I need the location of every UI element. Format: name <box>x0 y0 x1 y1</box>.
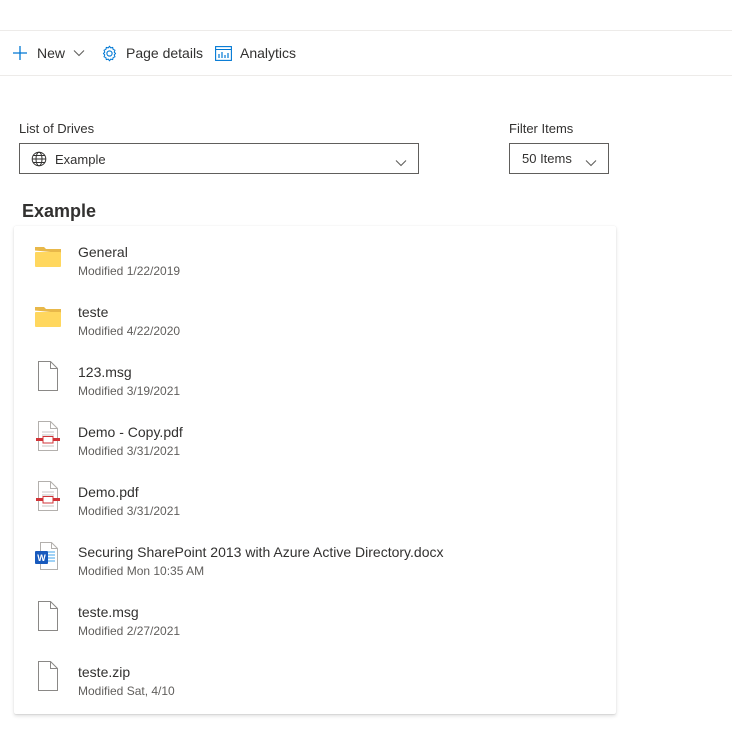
file-icon <box>34 660 62 692</box>
new-button[interactable]: New <box>12 43 85 63</box>
section-title: Example <box>22 201 97 221</box>
list-item[interactable]: W Securing SharePoint 2013 with Azure Ac… <box>14 526 616 586</box>
analytics-label: Analytics <box>240 45 297 61</box>
item-name: Demo - Copy.pdf <box>78 424 183 440</box>
item-modified: Modified 1/22/2019 <box>78 264 181 278</box>
analytics-icon <box>215 45 232 61</box>
pdf-icon <box>34 420 62 452</box>
folder-icon <box>34 300 62 332</box>
list-item[interactable]: teste.msg Modified 2/27/2021 <box>14 586 616 646</box>
item-name: 123.msg <box>78 364 132 380</box>
list-item[interactable]: Demo - Copy.pdf Modified 3/31/2021 <box>14 406 616 466</box>
chevron-down-icon <box>395 154 407 172</box>
list-item[interactable]: General Modified 1/22/2019 <box>14 226 616 286</box>
drives-dropdown[interactable]: Example <box>19 143 419 174</box>
drives-selected-value: Example <box>55 152 106 167</box>
word-doc-icon: W <box>34 540 62 572</box>
list-item[interactable]: teste Modified 4/22/2020 <box>14 286 616 346</box>
item-name: teste.msg <box>78 604 139 620</box>
gear-icon <box>101 45 118 62</box>
folder-icon <box>34 240 62 272</box>
item-name: Demo.pdf <box>78 484 139 500</box>
item-name: General <box>78 244 128 260</box>
globe-icon <box>31 151 47 172</box>
file-icon <box>34 360 62 392</box>
page-details-label: Page details <box>126 45 204 61</box>
new-label: New <box>37 45 66 61</box>
chevron-down-icon <box>73 49 85 57</box>
file-icon <box>34 600 62 632</box>
filter-selected-value: 50 Items <box>522 151 572 166</box>
pdf-icon <box>34 480 62 512</box>
item-name: teste <box>78 304 109 320</box>
list-item[interactable]: 123.msg Modified 3/19/2021 <box>14 346 616 406</box>
analytics-button[interactable]: Analytics <box>215 43 296 63</box>
item-modified: Modified 3/31/2021 <box>78 444 181 458</box>
item-modified: Modified Sat, 4/10 <box>78 684 175 698</box>
item-modified: Modified 3/19/2021 <box>78 384 181 398</box>
list-item[interactable]: teste.zip Modified Sat, 4/10 <box>14 646 616 706</box>
list-item[interactable]: Demo.pdf Modified 3/31/2021 <box>14 466 616 526</box>
chevron-down-icon <box>585 154 597 172</box>
list-of-drives-label: List of Drives <box>19 121 95 136</box>
page-details-button[interactable]: Page details <box>101 43 203 63</box>
item-modified: Modified 3/31/2021 <box>78 504 181 518</box>
item-modified: Modified Mon 10:35 AM <box>78 564 205 578</box>
file-list-card: General Modified 1/22/2019 teste Modifie… <box>14 226 616 714</box>
filter-items-label: Filter Items <box>509 121 574 136</box>
plus-icon <box>12 45 28 61</box>
item-name: Securing SharePoint 2013 with Azure Acti… <box>78 544 444 560</box>
item-modified: Modified 4/22/2020 <box>78 324 181 338</box>
item-name: teste.zip <box>78 664 131 680</box>
item-modified: Modified 2/27/2021 <box>78 624 181 638</box>
filter-items-dropdown[interactable]: 50 Items <box>509 143 609 174</box>
svg-text:W: W <box>37 553 46 563</box>
command-bar: New Page details Analytics <box>0 31 732 76</box>
